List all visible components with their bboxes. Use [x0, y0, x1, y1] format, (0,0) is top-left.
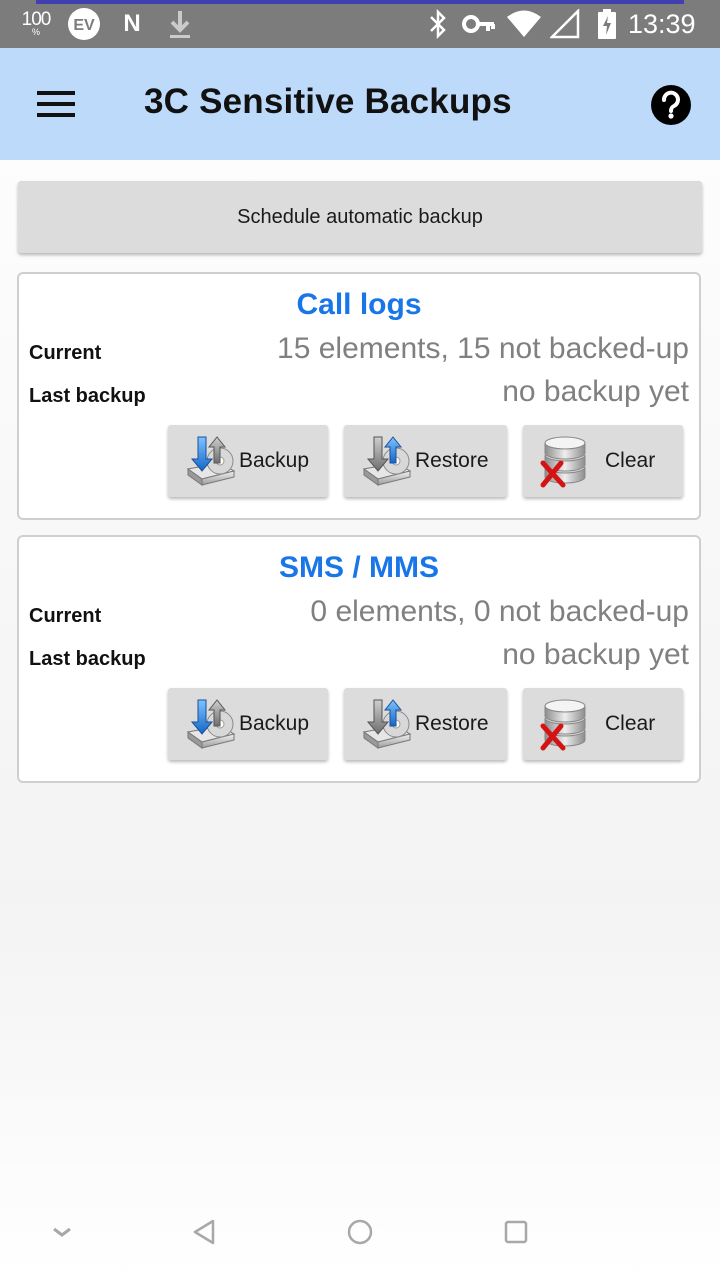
call-logs-card: Call logs Current 15 elements, 15 not ba…: [17, 272, 701, 520]
backup-drive-icon: [182, 699, 238, 752]
clear-label: Clear: [605, 712, 656, 735]
home-circle-icon: [347, 1219, 373, 1245]
clear-database-icon: [537, 696, 593, 752]
battery-charging-icon: [594, 0, 620, 48]
card-title: Call logs: [296, 288, 422, 321]
last-backup-label: Last backup: [29, 385, 146, 407]
last-backup-label: Last backup: [29, 648, 146, 670]
app-title: 3C Sensitive Backups: [144, 82, 512, 121]
download-icon: [162, 0, 198, 48]
backup-button[interactable]: Backup: [168, 688, 328, 760]
n-icon-text: N: [123, 10, 141, 37]
wifi-icon: [504, 0, 544, 48]
last-backup-value: no backup yet: [502, 375, 689, 408]
restore-label: Restore: [415, 449, 489, 472]
help-circle-icon: [651, 85, 691, 125]
current-value: 15 elements, 15 not backed-up: [277, 332, 689, 365]
ev-icon-text: EV: [73, 17, 95, 34]
current-label: Current: [29, 342, 102, 364]
chevron-down-icon: [53, 1227, 71, 1237]
current-label: Current: [29, 605, 102, 627]
backup-label: Backup: [239, 449, 310, 472]
backup-drive-icon: [182, 436, 238, 489]
restore-drive-icon: [358, 699, 414, 752]
restore-label: Restore: [415, 712, 489, 735]
ev-app-icon: EV: [66, 0, 102, 48]
signal-icon: [548, 0, 582, 48]
restore-button[interactable]: Restore: [344, 425, 507, 497]
clear-label: Clear: [605, 449, 656, 472]
backup-label: Backup: [239, 712, 310, 735]
restore-drive-icon: [358, 436, 414, 489]
hamburger-menu-icon: [37, 91, 75, 117]
schedule-backup-label: Schedule automatic backup: [237, 205, 483, 228]
sms-mms-card: SMS / MMS Current 0 elements, 0 not back…: [17, 535, 701, 783]
clear-button[interactable]: Clear: [523, 688, 683, 760]
status-time: 13:39: [628, 8, 696, 39]
card-title: SMS / MMS: [278, 551, 439, 584]
nav-back-button[interactable]: [180, 1210, 228, 1254]
back-triangle-icon: [193, 1219, 215, 1245]
vpn-key-icon: [460, 0, 498, 48]
status-bar: 100 % EV N 13:39: [0, 0, 720, 48]
app-bar: 3C Sensitive Backups: [0, 48, 720, 160]
clear-button[interactable]: Clear: [523, 425, 683, 497]
battery-level-unit: %: [31, 27, 40, 37]
help-button[interactable]: [650, 84, 692, 126]
current-value: 0 elements, 0 not backed-up: [310, 595, 689, 628]
nav-home-button[interactable]: [336, 1210, 384, 1254]
menu-button[interactable]: [26, 78, 86, 130]
last-backup-value: no backup yet: [502, 638, 689, 671]
recents-square-icon: [504, 1220, 528, 1244]
n-app-icon: N: [114, 0, 150, 48]
schedule-backup-button[interactable]: Schedule automatic backup: [18, 181, 702, 253]
nav-recents-button[interactable]: [492, 1210, 540, 1254]
bluetooth-icon: [424, 0, 452, 48]
clear-database-icon: [537, 433, 593, 489]
restore-button[interactable]: Restore: [344, 688, 507, 760]
battery-level-text: 100: [21, 9, 52, 30]
battery-level-indicator: 100 %: [18, 0, 54, 48]
navigation-bar: [0, 1184, 720, 1280]
backup-button[interactable]: Backup: [168, 425, 328, 497]
nav-collapse-button[interactable]: [38, 1210, 86, 1254]
